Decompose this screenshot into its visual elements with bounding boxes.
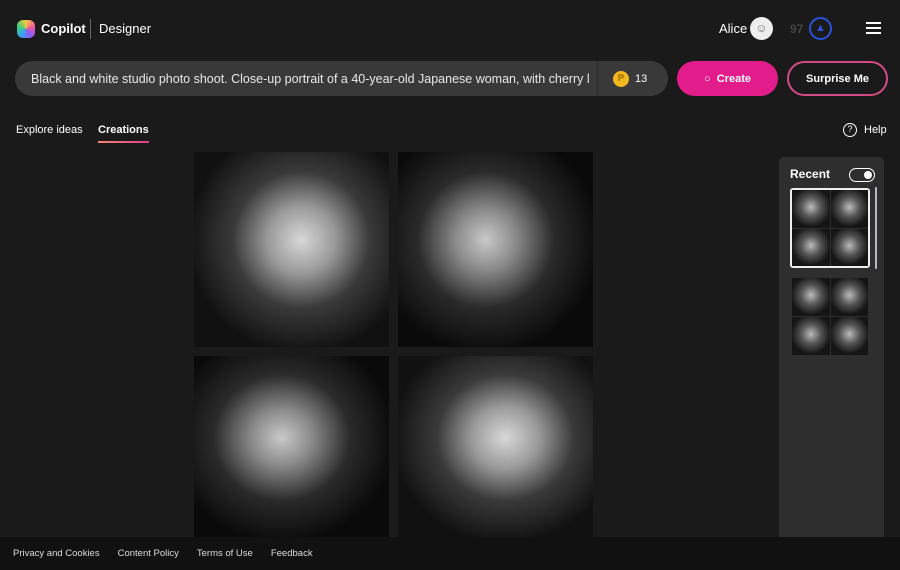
generated-image-1[interactable] <box>194 152 389 347</box>
user-name[interactable]: Alice <box>719 21 747 36</box>
hamburger-menu-icon[interactable] <box>866 22 881 34</box>
rewards-points: 97 <box>790 22 804 36</box>
boost-count: 13 <box>635 72 648 85</box>
recent-thumbnail[interactable] <box>790 188 870 268</box>
create-label: Create <box>716 72 751 85</box>
header: Copilot Designer Alice ☺ 97 ▲ <box>0 0 900 58</box>
boost-coin-icon: ₱ <box>613 70 629 87</box>
surprise-me-button[interactable]: Surprise Me <box>787 61 888 96</box>
recent-toggle[interactable] <box>849 168 875 182</box>
divider <box>90 19 91 39</box>
footer-link-feedback[interactable]: Feedback <box>271 548 313 559</box>
generated-image-4[interactable] <box>398 356 593 537</box>
recent-panel: Recent <box>779 157 884 542</box>
copilot-logo-icon[interactable] <box>17 20 35 38</box>
tab-creations[interactable]: Creations <box>98 124 149 143</box>
scrollbar[interactable] <box>875 187 877 269</box>
footer-link-privacy[interactable]: Privacy and Cookies <box>13 548 100 559</box>
footer-link-content-policy[interactable]: Content Policy <box>118 548 179 559</box>
prompt-input[interactable]: Black and white studio photo shoot. Clos… <box>15 61 668 96</box>
prompt-text[interactable]: Black and white studio photo shoot. Clos… <box>15 72 597 86</box>
generated-image-3[interactable] <box>194 356 389 537</box>
create-icon: ○ <box>703 72 717 85</box>
user-icon[interactable]: ☺ <box>750 17 773 40</box>
trophy-icon[interactable]: ▲ <box>809 17 832 40</box>
footer-link-terms[interactable]: Terms of Use <box>197 548 253 559</box>
brand-name[interactable]: Copilot <box>41 21 86 36</box>
tab-explore-ideas[interactable]: Explore ideas <box>16 124 83 136</box>
product-name[interactable]: Designer <box>99 21 151 36</box>
footer: Privacy and Cookies Content Policy Terms… <box>0 537 900 570</box>
recent-label: Recent <box>790 167 831 181</box>
create-button[interactable]: ○ Create <box>677 61 778 96</box>
help-button[interactable]: ? Help <box>843 123 887 137</box>
help-icon: ? <box>843 123 857 137</box>
generated-image-2[interactable] <box>398 152 593 347</box>
recent-thumbnail[interactable] <box>792 278 868 355</box>
divider <box>597 61 598 96</box>
help-label: Help <box>864 124 887 136</box>
